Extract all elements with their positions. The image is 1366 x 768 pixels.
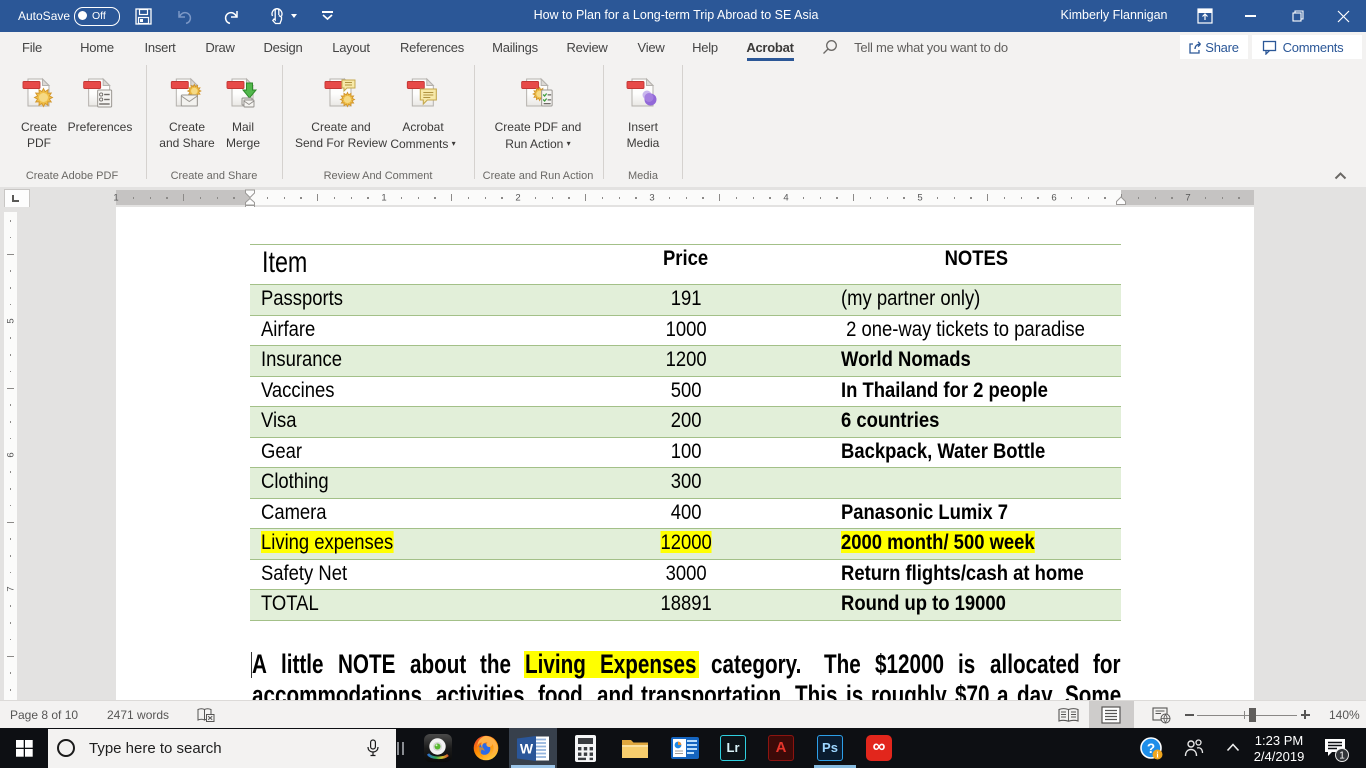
svg-text:1: 1	[1339, 751, 1345, 762]
svg-text:W: W	[520, 741, 534, 757]
